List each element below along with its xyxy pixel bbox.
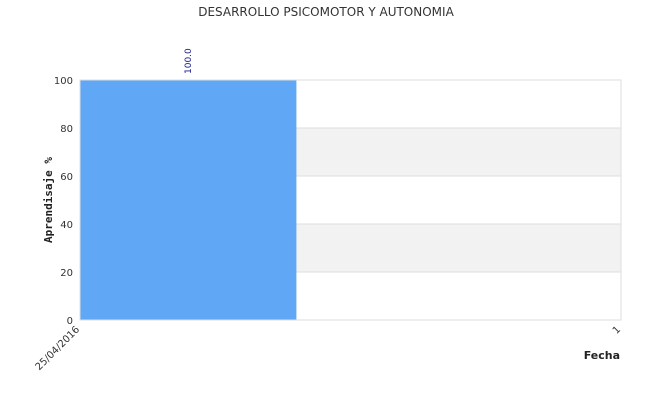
x-tick-label: 25/04/2016 [34,324,83,373]
y-tick-label: 20 [60,268,73,279]
chart-title: DESARROLLO PSICOMOTOR Y AUTONOMIA [198,5,454,19]
bars [80,80,297,320]
y-tick-label: 60 [60,172,73,183]
bar [80,80,297,320]
y-axis-title: Aprendisaje % [42,157,55,243]
y-tick-label: 100 [54,76,73,87]
x-ticks: 25/04/2016 1 [34,324,624,373]
chart: DESARROLLO PSICOMOTOR Y AUTONOMIA 100.0 … [34,5,624,373]
y-tick-label: 80 [60,124,73,135]
data-label: 100.0 [184,48,194,74]
x-axis-title: Fecha [584,349,620,362]
data-labels: 100.0 [184,48,194,74]
x-tick-label: 1 [611,324,623,336]
y-tick-label: 40 [60,220,73,231]
y-ticks: 020406080100 [54,76,73,327]
